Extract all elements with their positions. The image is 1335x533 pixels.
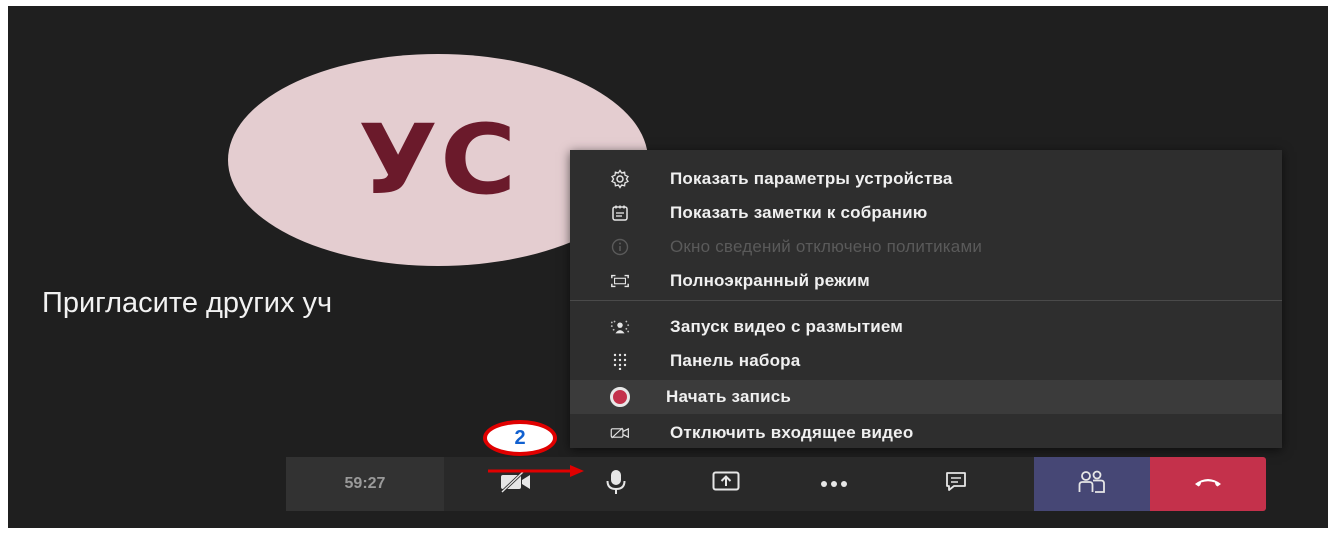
menu-item-meeting-notes[interactable]: Показать заметки к собранию — [570, 196, 1282, 230]
participants-button[interactable] — [1034, 457, 1150, 511]
chat-button[interactable] — [916, 457, 996, 511]
menu-item-label: Начать запись — [666, 387, 792, 406]
menu-item-label: Показать параметры устройства — [670, 169, 953, 188]
gear-icon — [610, 169, 630, 189]
menu-item-label: Отключить входящее видео — [670, 423, 914, 442]
step-number-badge: 2 — [483, 420, 557, 456]
hang-up-button[interactable] — [1150, 457, 1266, 511]
share-screen-icon — [712, 471, 740, 498]
mic-toggle-button[interactable] — [576, 457, 656, 511]
share-screen-button[interactable] — [686, 457, 766, 511]
menu-item-start-recording[interactable]: Начать запись — [570, 380, 1282, 414]
video-off-icon — [610, 424, 630, 442]
people-icon — [1078, 470, 1106, 499]
avatar-initials: УС — [357, 104, 519, 216]
microphone-icon — [605, 469, 627, 500]
record-icon — [610, 387, 630, 407]
notes-icon — [610, 204, 630, 222]
more-actions-button[interactable] — [794, 457, 874, 511]
menu-item-label: Полноэкранный режим — [670, 271, 870, 290]
dialpad-icon — [610, 352, 630, 370]
meeting-timer: 59:27 — [286, 457, 444, 511]
more-dots-icon — [820, 475, 848, 493]
menu-item-label: Запуск видео с размытием — [670, 317, 904, 336]
menu-item-blur-video[interactable]: Запуск видео с размытием — [570, 310, 1282, 344]
step-number: 2 — [514, 426, 526, 449]
menu-item-fullscreen[interactable]: Полноэкранный режим — [570, 264, 1282, 298]
fullscreen-icon — [610, 272, 630, 290]
menu-item-label: Панель набора — [670, 351, 801, 370]
step-arrow — [488, 465, 584, 477]
chat-icon — [945, 471, 967, 498]
menu-item-dialpad[interactable]: Панель набора — [570, 344, 1282, 378]
meeting-toolbar: 59:27 — [286, 457, 1266, 511]
menu-item-label: Показать заметки к собранию — [670, 203, 928, 222]
menu-item-disable-incoming-video[interactable]: Отключить входящее видео — [570, 416, 1282, 450]
menu-divider — [570, 300, 1282, 301]
menu-item-meeting-info-disabled: Окно сведений отключено политиками — [570, 230, 1282, 264]
blur-background-icon — [610, 318, 630, 336]
invite-participants-text: Пригласите других уч — [42, 287, 333, 319]
menu-item-device-settings[interactable]: Показать параметры устройства — [570, 162, 1282, 196]
info-icon — [610, 238, 630, 256]
menu-item-label: Окно сведений отключено политиками — [670, 237, 983, 256]
phone-hangup-icon — [1193, 475, 1223, 493]
more-actions-menu: Показать параметры устройства Показать з… — [570, 150, 1282, 448]
